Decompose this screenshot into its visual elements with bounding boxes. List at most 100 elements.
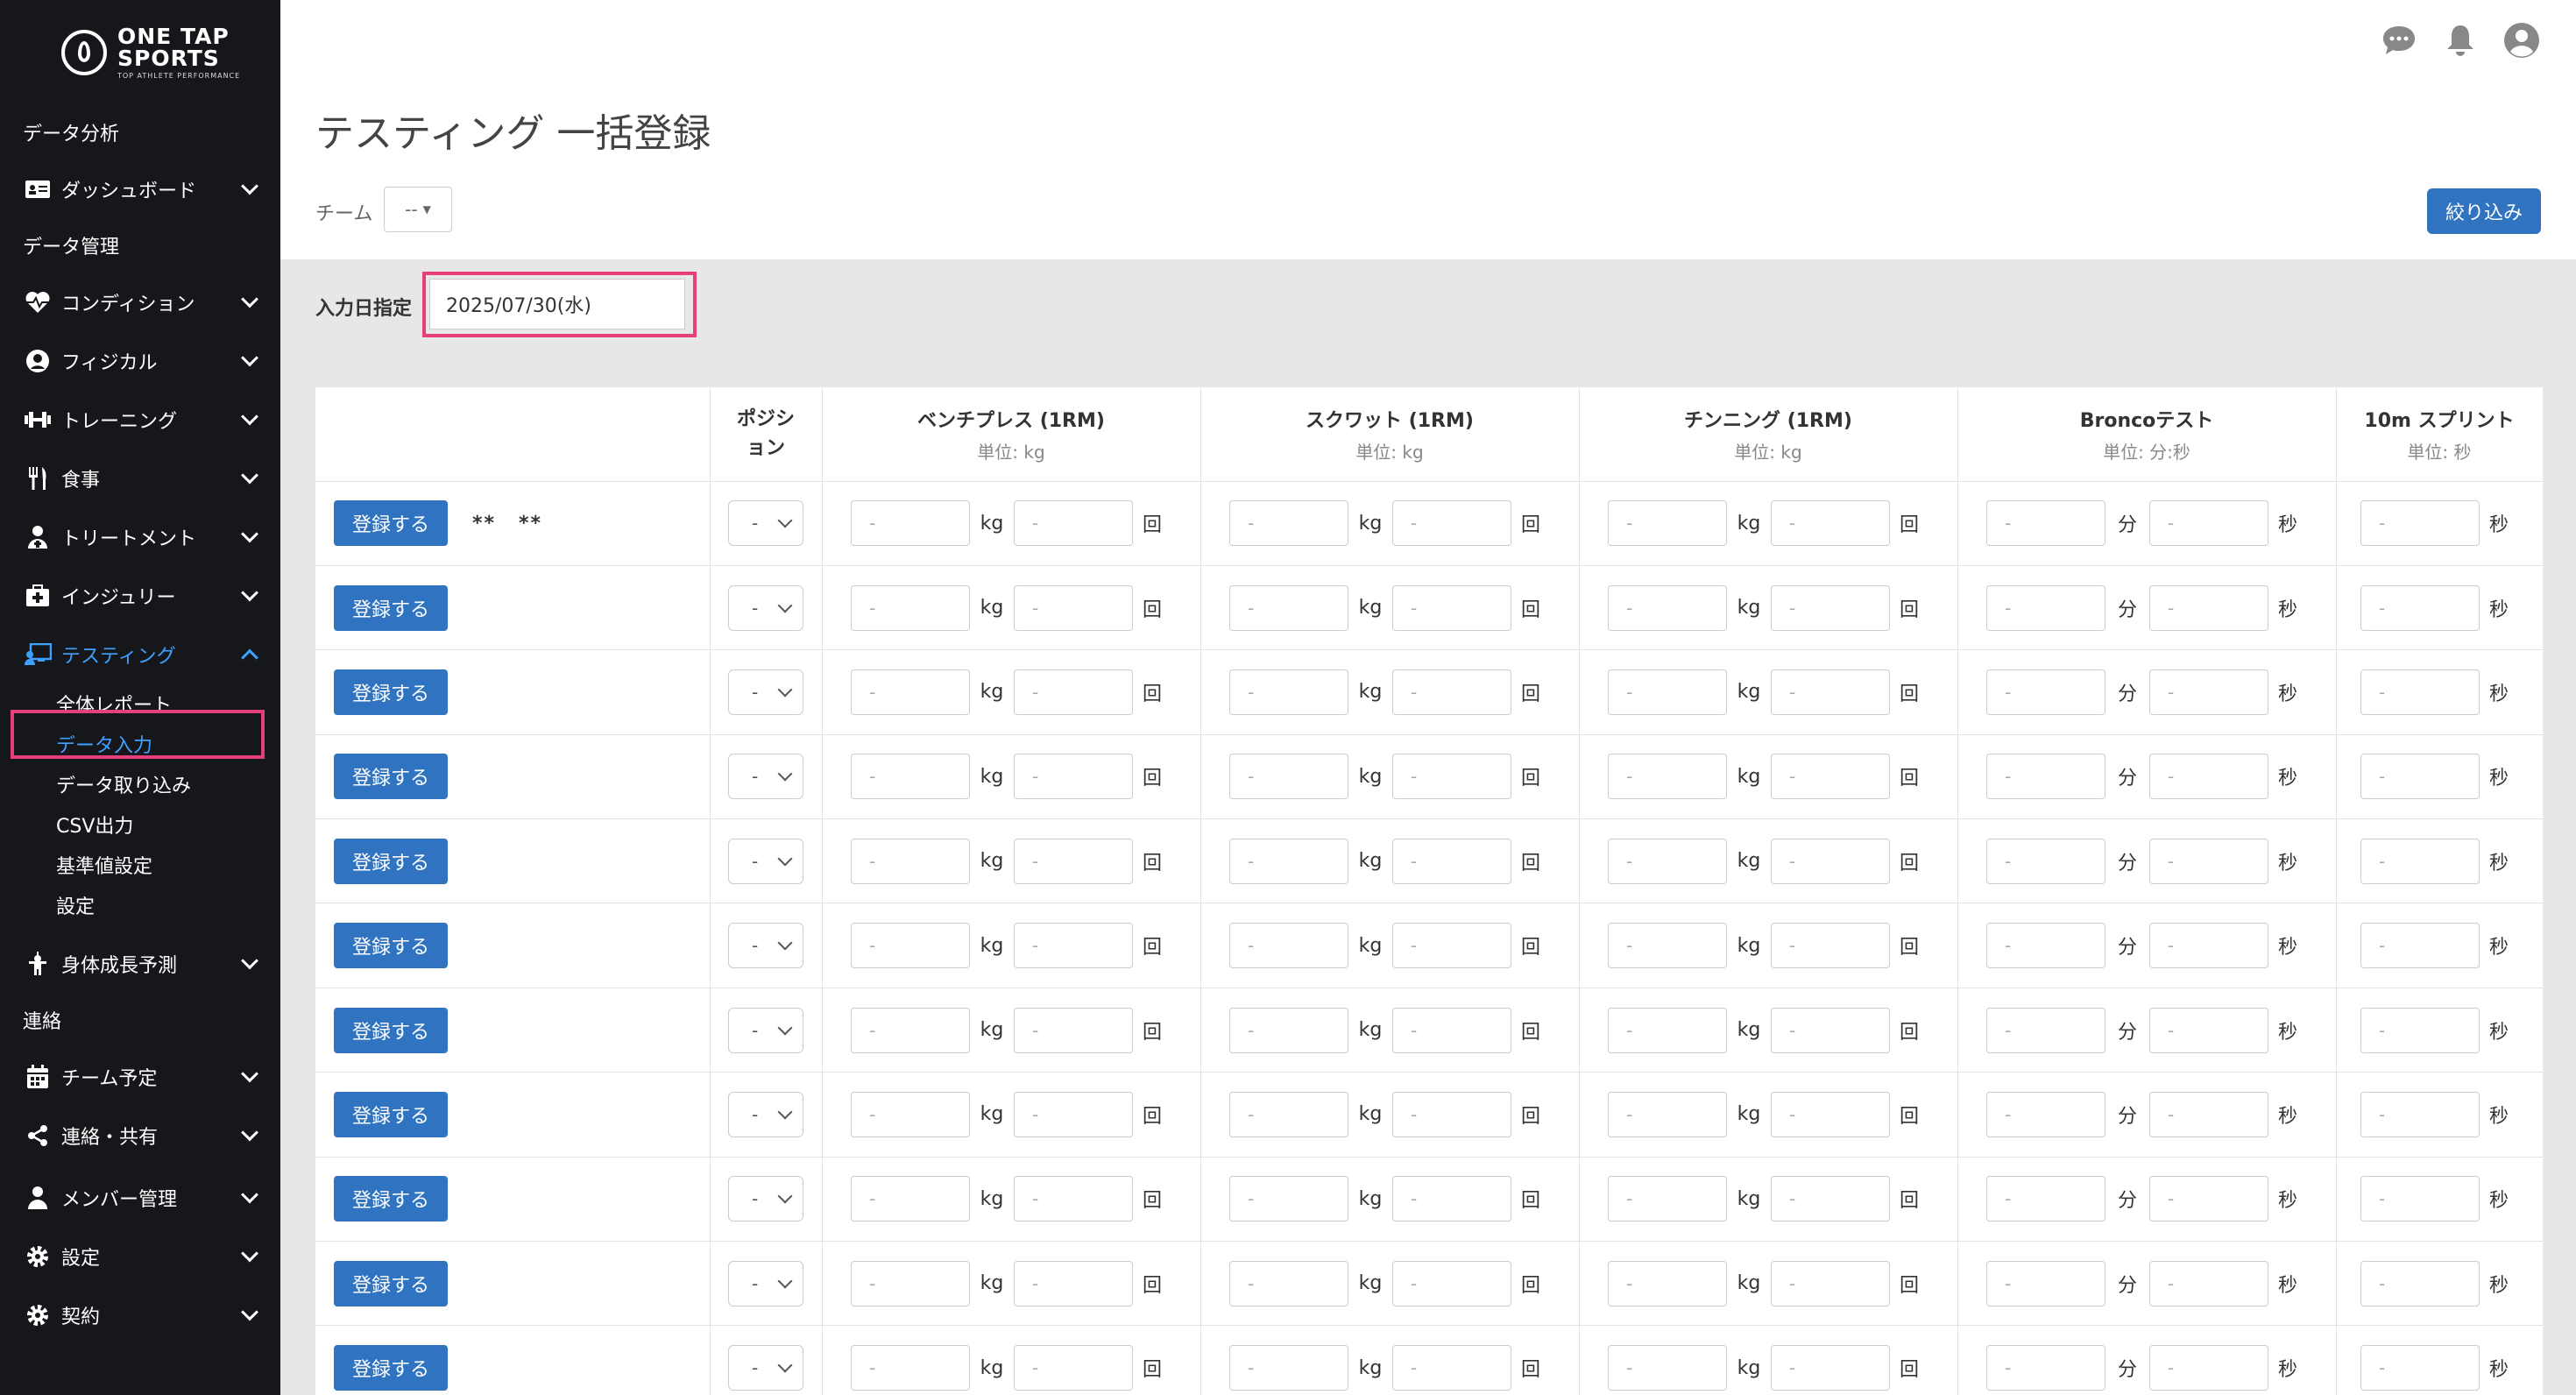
bench-press-count-input[interactable]: -: [1014, 1260, 1133, 1306]
position-select[interactable]: -: [728, 1260, 803, 1306]
position-select[interactable]: -: [728, 754, 803, 800]
chinning-count-input[interactable]: -: [1771, 923, 1890, 969]
chinning-count-input[interactable]: -: [1771, 584, 1890, 631]
chinning-count-input[interactable]: -: [1771, 754, 1890, 800]
bench-press-value-input[interactable]: -: [851, 1007, 970, 1053]
chinning-value-input[interactable]: -: [1608, 1007, 1727, 1053]
bench-press-value-input[interactable]: -: [851, 584, 970, 631]
sidebar-subitem-settings[interactable]: 設定: [0, 885, 280, 925]
chinning-value-input[interactable]: -: [1608, 1260, 1727, 1306]
register-button[interactable]: 登録する: [334, 1091, 448, 1137]
register-button[interactable]: 登録する: [334, 500, 448, 547]
bronco-count-input[interactable]: -: [2149, 838, 2268, 884]
squat-count-input[interactable]: -: [1392, 923, 1511, 969]
chinning-value-input[interactable]: -: [1608, 838, 1727, 884]
bench-press-value-input[interactable]: -: [851, 838, 970, 884]
sidebar-subitem-baseline-settings[interactable]: 基準値設定: [0, 845, 280, 885]
bronco-count-input[interactable]: -: [2149, 754, 2268, 800]
bronco-value-input[interactable]: -: [1986, 923, 2105, 969]
sprint-value-input[interactable]: -: [2360, 669, 2480, 715]
register-button[interactable]: 登録する: [334, 1176, 448, 1222]
sidebar-item-training[interactable]: トレーニング: [0, 390, 280, 449]
bench-press-value-input[interactable]: -: [851, 1345, 970, 1391]
squat-value-input[interactable]: -: [1229, 1260, 1348, 1306]
chinning-value-input[interactable]: -: [1608, 584, 1727, 631]
sprint-value-input[interactable]: -: [2360, 923, 2480, 969]
bronco-count-input[interactable]: -: [2149, 923, 2268, 969]
chinning-value-input[interactable]: -: [1608, 754, 1727, 800]
bench-press-count-input[interactable]: -: [1014, 1091, 1133, 1137]
sidebar-item-meal[interactable]: 食事: [0, 449, 280, 507]
chinning-count-input[interactable]: -: [1771, 1176, 1890, 1222]
squat-count-input[interactable]: -: [1392, 584, 1511, 631]
bench-press-count-input[interactable]: -: [1014, 1345, 1133, 1391]
bench-press-value-input[interactable]: -: [851, 754, 970, 800]
squat-count-input[interactable]: -: [1392, 754, 1511, 800]
chinning-value-input[interactable]: -: [1608, 1345, 1727, 1391]
bronco-value-input[interactable]: -: [1986, 1091, 2105, 1137]
chinning-count-input[interactable]: -: [1771, 1345, 1890, 1391]
squat-value-input[interactable]: -: [1229, 500, 1348, 547]
register-button[interactable]: 登録する: [334, 669, 448, 715]
chinning-count-input[interactable]: -: [1771, 500, 1890, 547]
register-button[interactable]: 登録する: [334, 754, 448, 800]
position-select[interactable]: -: [728, 500, 803, 547]
bronco-count-input[interactable]: -: [2149, 669, 2268, 715]
sidebar-item-condition[interactable]: コンディション: [0, 273, 280, 331]
squat-count-input[interactable]: -: [1392, 500, 1511, 547]
register-button[interactable]: 登録する: [334, 584, 448, 631]
team-select[interactable]: -- ▼: [384, 187, 452, 232]
position-select[interactable]: -: [728, 584, 803, 631]
bench-press-count-input[interactable]: -: [1014, 1176, 1133, 1222]
register-button[interactable]: 登録する: [334, 1260, 448, 1306]
squat-count-input[interactable]: -: [1392, 1260, 1511, 1306]
sprint-value-input[interactable]: -: [2360, 1091, 2480, 1137]
bench-press-value-input[interactable]: -: [851, 1091, 970, 1137]
bronco-count-input[interactable]: -: [2149, 1345, 2268, 1391]
sidebar-subitem-data-import[interactable]: データ取り込み: [0, 764, 280, 804]
logo[interactable]: ONE TAP SPORTS TOP ATHLETE PERFORMANCE: [0, 0, 280, 105]
squat-value-input[interactable]: -: [1229, 1091, 1348, 1137]
chinning-count-input[interactable]: -: [1771, 838, 1890, 884]
sidebar-item-growth-prediction[interactable]: 身体成長予測: [0, 934, 280, 993]
register-button[interactable]: 登録する: [334, 1007, 448, 1053]
bench-press-count-input[interactable]: -: [1014, 584, 1133, 631]
sidebar-item-member-management[interactable]: メンバー管理: [0, 1168, 280, 1227]
sidebar-item-settings[interactable]: 設定: [0, 1227, 280, 1285]
sidebar-item-share[interactable]: 連絡・共有: [0, 1106, 280, 1165]
sidebar-item-contract[interactable]: 契約: [0, 1285, 280, 1344]
sidebar-item-team-schedule[interactable]: チーム予定: [0, 1047, 280, 1106]
sprint-value-input[interactable]: -: [2360, 1260, 2480, 1306]
sidebar-item-dashboard[interactable]: ダッシュボード: [0, 159, 280, 218]
chinning-count-input[interactable]: -: [1771, 1007, 1890, 1053]
bench-press-value-input[interactable]: -: [851, 923, 970, 969]
sidebar-item-treatment[interactable]: トリートメント: [0, 507, 280, 566]
bench-press-count-input[interactable]: -: [1014, 1007, 1133, 1053]
bench-press-value-input[interactable]: -: [851, 1176, 970, 1222]
bronco-value-input[interactable]: -: [1986, 500, 2105, 547]
bronco-count-input[interactable]: -: [2149, 1260, 2268, 1306]
bronco-value-input[interactable]: -: [1986, 1345, 2105, 1391]
bronco-value-input[interactable]: -: [1986, 669, 2105, 715]
chinning-count-input[interactable]: -: [1771, 1091, 1890, 1137]
chinning-value-input[interactable]: -: [1608, 669, 1727, 715]
bench-press-count-input[interactable]: -: [1014, 754, 1133, 800]
squat-count-input[interactable]: -: [1392, 1176, 1511, 1222]
squat-value-input[interactable]: -: [1229, 754, 1348, 800]
bench-press-count-input[interactable]: -: [1014, 669, 1133, 715]
sidebar-item-injury[interactable]: インジュリー: [0, 566, 280, 625]
bronco-value-input[interactable]: -: [1986, 1176, 2105, 1222]
position-select[interactable]: -: [728, 669, 803, 715]
sprint-value-input[interactable]: -: [2360, 1176, 2480, 1222]
squat-count-input[interactable]: -: [1392, 1007, 1511, 1053]
bronco-count-input[interactable]: -: [2149, 584, 2268, 631]
squat-value-input[interactable]: -: [1229, 584, 1348, 631]
register-button[interactable]: 登録する: [334, 923, 448, 969]
chinning-value-input[interactable]: -: [1608, 1091, 1727, 1137]
position-select[interactable]: -: [728, 1345, 803, 1391]
position-select[interactable]: -: [728, 923, 803, 969]
bronco-count-input[interactable]: -: [2149, 1176, 2268, 1222]
squat-value-input[interactable]: -: [1229, 923, 1348, 969]
bronco-value-input[interactable]: -: [1986, 1260, 2105, 1306]
bronco-value-input[interactable]: -: [1986, 838, 2105, 884]
